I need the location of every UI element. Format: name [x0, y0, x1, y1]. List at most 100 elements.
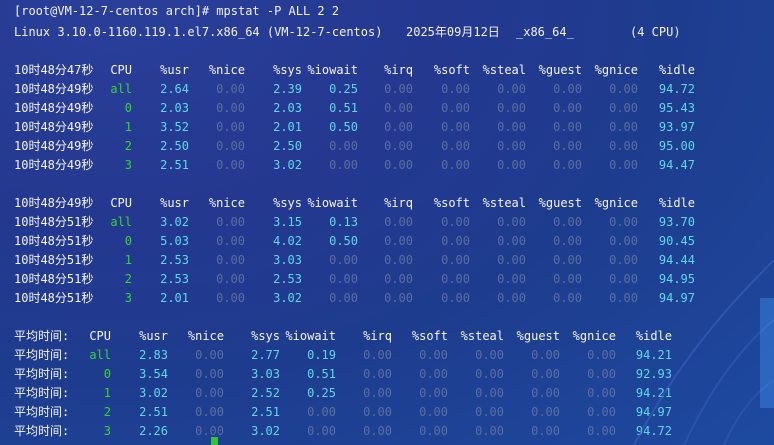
stat-value: 0.00	[497, 253, 526, 267]
stat-value: 94.44	[658, 253, 695, 267]
stat-value: 0.00	[553, 291, 582, 305]
stat-value: 0.00	[363, 348, 392, 362]
stat-value: 0.00	[553, 215, 582, 229]
row-time: 10时48分51秒	[14, 253, 94, 267]
stat-value: 2.53	[273, 272, 302, 286]
stat-value: 94.97	[635, 405, 672, 419]
stat-value: 2.52	[251, 386, 280, 400]
stat-value: 0.00	[216, 120, 245, 134]
row-cpu: 3	[124, 291, 132, 305]
stat-value: 95.43	[658, 101, 695, 115]
stat-value: 0.00	[363, 424, 392, 438]
stat-value: 0.00	[441, 272, 470, 286]
stat-value: 0.00	[609, 253, 638, 267]
stat-value: 0.00	[441, 253, 470, 267]
stat-value: 0.00	[216, 82, 245, 96]
stat-value: 0.00	[419, 405, 448, 419]
row-time: 10时48分51秒	[14, 215, 94, 229]
stat-row: 10时48分49秒 0 2.03 0.00 2.03 0.51 0.00 0.00 0.00 0.…	[0, 99, 774, 118]
average-row: 平均时间: 1 3.02 0.00 2.52 0.25 0.00 0.00 0.00 0.00 0.…	[0, 384, 774, 403]
column-header: %sys	[273, 196, 302, 210]
column-header: %guest	[538, 196, 582, 210]
stat-value: 0.00	[553, 158, 582, 172]
stat-value: 0.51	[307, 367, 336, 381]
stat-value: 94.72	[635, 424, 672, 438]
column-header: %irq	[363, 329, 392, 343]
stat-value: 93.70	[658, 215, 695, 229]
stat-value: 0.00	[609, 272, 638, 286]
stat-value: 3.54	[139, 367, 168, 381]
stat-value: 3.03	[273, 253, 302, 267]
stat-value: 2.03	[160, 101, 189, 115]
stat-value: 3.02	[273, 291, 302, 305]
column-header: %guest	[516, 329, 560, 343]
stat-value: 3.15	[273, 215, 302, 229]
stat-value: 0.00	[441, 234, 470, 248]
column-header: %idle	[635, 329, 672, 343]
average-header-row: 平均时间: CPU %usr %nice %sys %iowait %irq %soft %st…	[0, 327, 774, 346]
stat-value: 2.53	[160, 272, 189, 286]
stat-value: 0.00	[609, 82, 638, 96]
terminal-cursor	[211, 437, 218, 445]
stat-value: 2.39	[273, 82, 302, 96]
average-row: 平均时间: all 2.83 0.00 2.77 0.19 0.00 0.00 0.00 0.00…	[0, 346, 774, 365]
stat-value: 0.00	[475, 348, 504, 362]
stat-value: 0.00	[475, 367, 504, 381]
arch-info: _x86_64_	[516, 25, 574, 39]
stat-value: 0.00	[441, 120, 470, 134]
stat-value: 0.00	[384, 139, 413, 153]
row-cpu: 2	[124, 272, 132, 286]
header-row: 10时48分49秒 CPU %usr %nice %sys %iowait %irq %sof…	[0, 194, 774, 213]
row-cpu: 3	[124, 158, 132, 172]
stat-value: 0.00	[587, 367, 616, 381]
stat-value: 0.19	[307, 348, 336, 362]
stat-value: 0.25	[307, 386, 336, 400]
row-time: 10时48分49秒	[14, 101, 94, 115]
average-label: 平均时间:	[14, 424, 70, 438]
row-cpu: all	[89, 348, 111, 362]
column-header: %gnice	[594, 63, 638, 77]
column-header: %guest	[538, 63, 582, 77]
stat-value: 2.51	[139, 405, 168, 419]
stat-value: 0.00	[384, 82, 413, 96]
stat-value: 0.50	[329, 234, 358, 248]
stat-value: 0.00	[195, 348, 224, 362]
row-time: 10时48分51秒	[14, 234, 94, 248]
stat-value: 0.00	[329, 291, 358, 305]
stat-value: 0.00	[553, 234, 582, 248]
stat-value: 0.00	[216, 139, 245, 153]
stat-value: 90.45	[658, 234, 695, 248]
stat-value: 0.00	[384, 120, 413, 134]
column-header: %gnice	[594, 196, 638, 210]
header-row: 10时48分47秒 CPU %usr %nice %sys %iowait %irq %sof…	[0, 61, 774, 80]
row-cpu: all	[110, 82, 132, 96]
stat-value: 94.47	[658, 158, 695, 172]
stat-value: 2.50	[160, 139, 189, 153]
stat-value: 0.00	[384, 101, 413, 115]
terminal-window[interactable]: [root@VM-12-7-centos arch]# mpstat -P AL…	[0, 0, 774, 445]
stat-value: 92.93	[635, 367, 672, 381]
row-cpu: 1	[103, 386, 111, 400]
stat-value: 2.01	[160, 291, 189, 305]
stat-value: 0.00	[497, 139, 526, 153]
stat-row: 10时48分51秒 3 2.01 0.00 3.02 0.00 0.00 0.00 0.00 0.…	[0, 289, 774, 308]
stat-value: 0.00	[497, 291, 526, 305]
stat-value: 0.00	[216, 234, 245, 248]
column-header: %steal	[482, 196, 526, 210]
column-header: %soft	[411, 329, 448, 343]
stat-value: 0.00	[531, 405, 560, 419]
row-time: 10时48分49秒	[14, 139, 94, 153]
stat-value: 94.21	[635, 348, 672, 362]
stat-value: 0.00	[609, 158, 638, 172]
stat-value: 3.52	[160, 120, 189, 134]
stat-value: 0.00	[419, 424, 448, 438]
stat-value: 3.02	[273, 158, 302, 172]
stat-value: 0.00	[587, 405, 616, 419]
stat-row: 10时48分51秒 2 2.53 0.00 2.53 0.00 0.00 0.00 0.00 0.…	[0, 270, 774, 289]
row-cpu: 3	[103, 424, 111, 438]
stat-value: 0.00	[587, 386, 616, 400]
stat-value: 0.00	[307, 424, 336, 438]
stat-value: 0.00	[475, 424, 504, 438]
stat-value: 0.00	[216, 101, 245, 115]
stat-value: 0.00	[553, 120, 582, 134]
